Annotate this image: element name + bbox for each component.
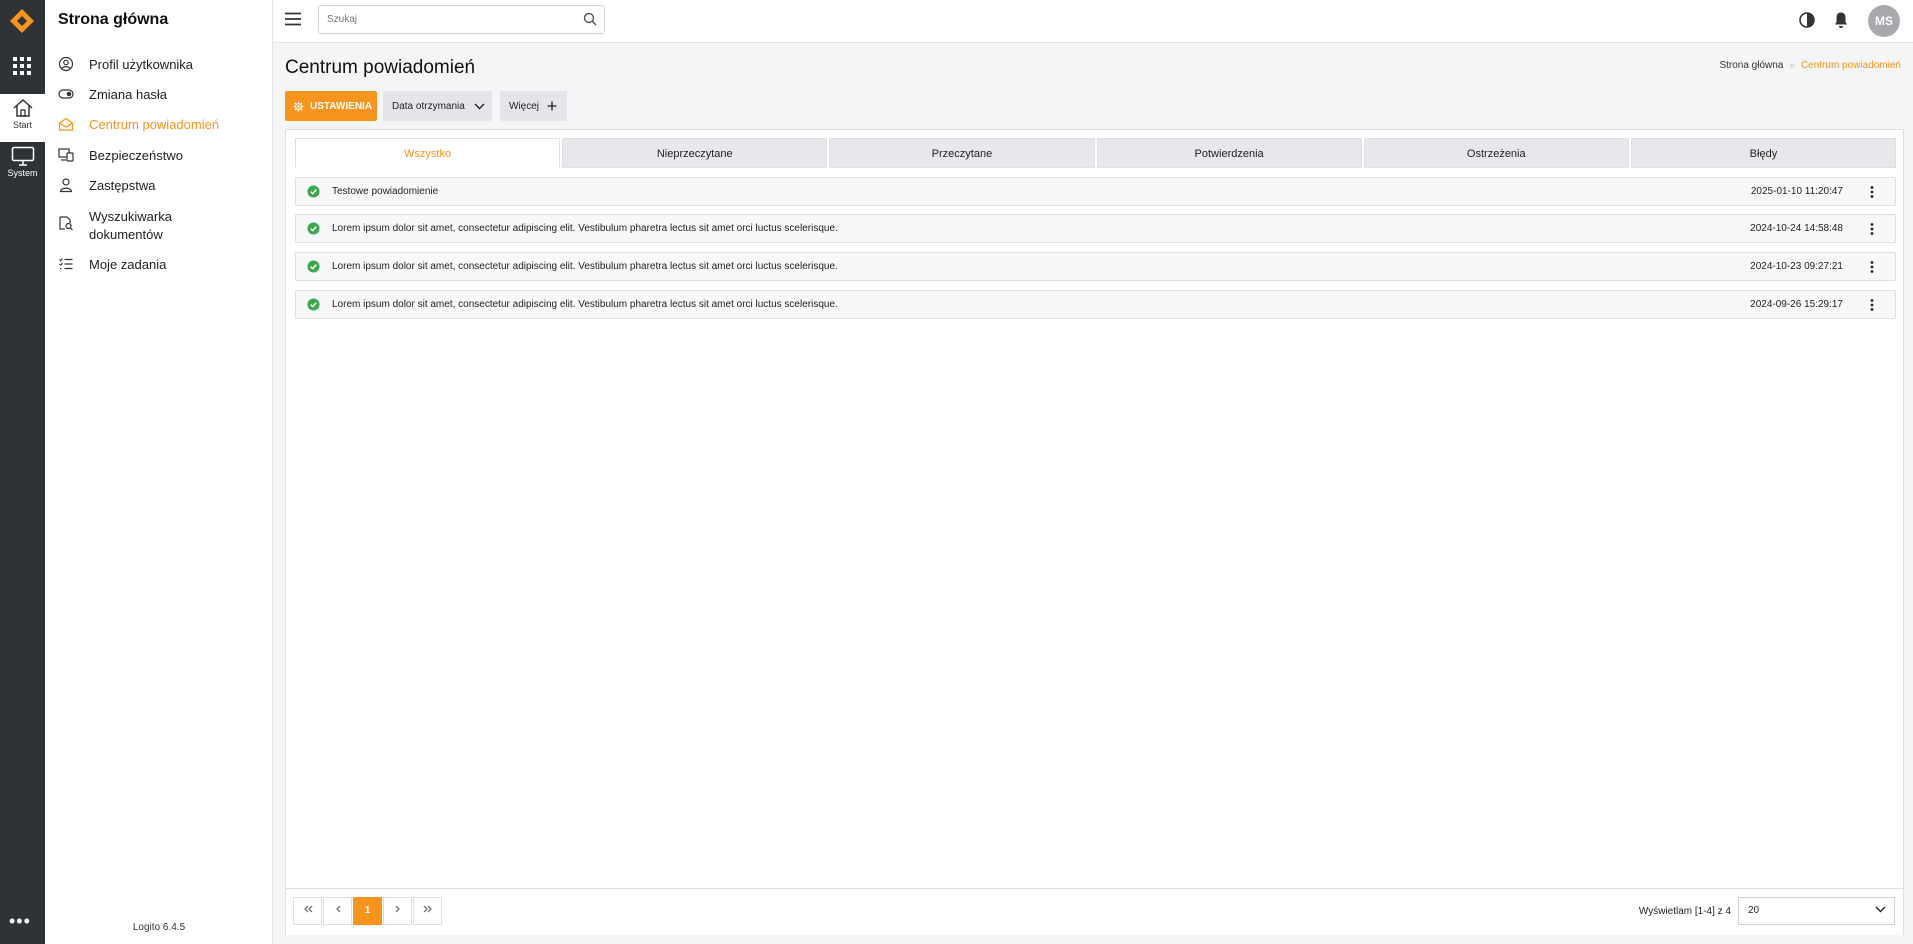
check-circle-icon — [307, 222, 320, 235]
contrast-theme-icon[interactable] — [1798, 11, 1816, 29]
kebab-menu-icon[interactable] — [1870, 299, 1874, 311]
tab-all[interactable]: Wszystko — [295, 138, 561, 168]
task-list-icon — [59, 258, 73, 270]
first-page-button[interactable] — [293, 897, 322, 925]
user-circle-icon — [58, 56, 74, 72]
more-filters-label: Więcej — [509, 100, 540, 112]
document-search-icon — [59, 216, 73, 231]
more-dots-icon[interactable]: ••• — [9, 912, 31, 930]
home-icon — [13, 98, 32, 117]
notification-text: Lorem ipsum dolor sit amet, consectetur … — [332, 261, 838, 272]
notification-text: Lorem ipsum dolor sit amet, consectetur … — [332, 223, 838, 234]
notification-tabs: Wszystko Nieprzeczytane Przeczytane Potw… — [295, 138, 1897, 168]
rail-item-start[interactable]: Start — [0, 94, 45, 142]
menu-item-profile[interactable]: Profil użytkownika — [45, 56, 273, 82]
chevron-down-icon — [474, 103, 485, 109]
side-menu-title: Strona główna — [58, 11, 169, 28]
kebab-menu-icon[interactable] — [1870, 186, 1874, 198]
settings-button[interactable]: USTAWIENIA — [285, 91, 377, 121]
sort-date-dropdown[interactable]: Data otrzymania — [383, 91, 492, 121]
pagination-bar: 1 Wyświetlam [1-4] z 4 20 — [286, 888, 1903, 935]
notification-date: 2024-10-24 14:58:48 — [1750, 223, 1843, 234]
menu-item-label: Zmiana hasła — [89, 87, 168, 102]
logito-logo-icon[interactable] — [9, 8, 35, 34]
monitor-icon — [11, 146, 34, 166]
toggle-icon — [58, 89, 74, 99]
bell-icon[interactable] — [1832, 11, 1850, 29]
tab-warnings[interactable]: Ostrzeżenia — [1363, 138, 1629, 168]
notification-text: Lorem ipsum dolor sit amet, consectetur … — [332, 299, 838, 310]
menu-item-label: Wyszukiwarka dokumentów — [89, 209, 172, 242]
menu-item-notification-center[interactable]: Centrum powiadomień — [45, 116, 273, 142]
search-box — [318, 5, 605, 34]
chevron-down-icon — [1875, 906, 1886, 913]
side-menu: Strona główna Profil użytkownika Zmiana … — [45, 0, 273, 944]
menu-item-change-password[interactable]: Zmiana hasła — [45, 86, 273, 112]
kebab-menu-icon[interactable] — [1870, 223, 1874, 235]
double-chevron-left-icon — [303, 905, 312, 913]
devices-icon — [58, 148, 74, 162]
menu-item-security[interactable]: Bezpieczeństwo — [45, 147, 273, 173]
notification-text: Testowe powiadomienie — [332, 186, 439, 197]
breadcrumb: Strona główna » Centrum powiadomień — [1719, 60, 1901, 71]
search-icon[interactable] — [583, 12, 597, 26]
page-number-button[interactable]: 1 — [353, 897, 382, 925]
settings-button-label: USTAWIENIA — [310, 100, 373, 112]
prev-page-button[interactable] — [323, 897, 352, 925]
envelope-open-icon — [58, 117, 74, 131]
pagination-info: Wyświetlam [1-4] z 4 — [1638, 906, 1731, 917]
breadcrumb-separator-icon: » — [1789, 60, 1795, 71]
menu-item-label: Bezpieczeństwo — [89, 148, 183, 163]
notification-date: 2024-09-26 15:29:17 — [1750, 299, 1843, 310]
menu-item-label: Zastępstwa — [89, 178, 156, 193]
more-filters-button[interactable]: Więcej — [500, 91, 567, 121]
menu-item-my-tasks[interactable]: Moje zadania — [45, 256, 273, 282]
menu-item-label: Moje zadania — [89, 257, 167, 272]
tab-unread[interactable]: Nieprzeczytane — [562, 138, 828, 168]
notification-row[interactable]: Lorem ipsum dolor sit amet, consectetur … — [295, 252, 1896, 281]
top-bar: MS — [273, 0, 1913, 43]
page-title: Centrum powiadomień — [285, 57, 476, 78]
double-chevron-right-icon — [423, 905, 432, 913]
person-icon — [59, 178, 73, 193]
check-circle-icon — [307, 298, 320, 311]
tab-errors[interactable]: Błędy — [1630, 138, 1897, 168]
user-avatar[interactable]: MS — [1868, 5, 1900, 37]
search-input[interactable] — [319, 6, 559, 33]
last-page-button[interactable] — [413, 897, 442, 925]
next-page-button[interactable] — [383, 897, 412, 925]
notification-date: 2025-01-10 11:20:47 — [1750, 186, 1843, 197]
apps-grid-icon[interactable] — [12, 56, 32, 76]
kebab-menu-icon[interactable] — [1870, 261, 1874, 273]
plus-icon — [547, 101, 557, 111]
menu-item-label: Profil użytkownika — [89, 57, 194, 72]
tab-confirmations[interactable]: Potwierdzenia — [1096, 138, 1362, 168]
rail-item-system[interactable]: System — [0, 142, 45, 190]
page-size-value: 20 — [1748, 905, 1760, 916]
sort-date-label: Data otrzymania — [392, 100, 465, 112]
menu-item-label: Centrum powiadomień — [89, 117, 220, 132]
breadcrumb-current: Centrum powiadomień — [1800, 60, 1901, 71]
notification-row[interactable]: Lorem ipsum dolor sit amet, consectetur … — [295, 214, 1896, 243]
notifications-panel: Wszystko Nieprzeczytane Przeczytane Potw… — [285, 129, 1904, 935]
app-rail: Start System ••• — [0, 0, 45, 944]
chevron-left-icon — [335, 905, 340, 913]
notification-row[interactable]: Lorem ipsum dolor sit amet, consectetur … — [295, 290, 1896, 319]
rail-item-label: System — [7, 168, 38, 178]
page-size-select[interactable]: 20 — [1738, 897, 1895, 925]
notification-row[interactable]: Testowe powiadomienie 2025-01-10 11:20:4… — [295, 177, 1896, 206]
menu-item-substitutions[interactable]: Zastępstwa — [45, 177, 273, 203]
app-version: Logito 6.4.5 — [132, 922, 186, 933]
check-circle-icon — [307, 185, 320, 198]
hamburger-menu-icon[interactable] — [285, 12, 301, 26]
chevron-right-icon — [395, 905, 400, 913]
tab-read[interactable]: Przeczytane — [829, 138, 1095, 168]
check-circle-icon — [307, 260, 320, 273]
notification-date: 2024-10-23 09:27:21 — [1750, 261, 1843, 272]
breadcrumb-home-link[interactable]: Strona główna — [1719, 60, 1783, 71]
menu-item-document-search[interactable]: Wyszukiwarka dokumentów — [45, 208, 273, 250]
rail-item-label: Start — [12, 120, 32, 130]
gear-icon — [293, 100, 304, 112]
